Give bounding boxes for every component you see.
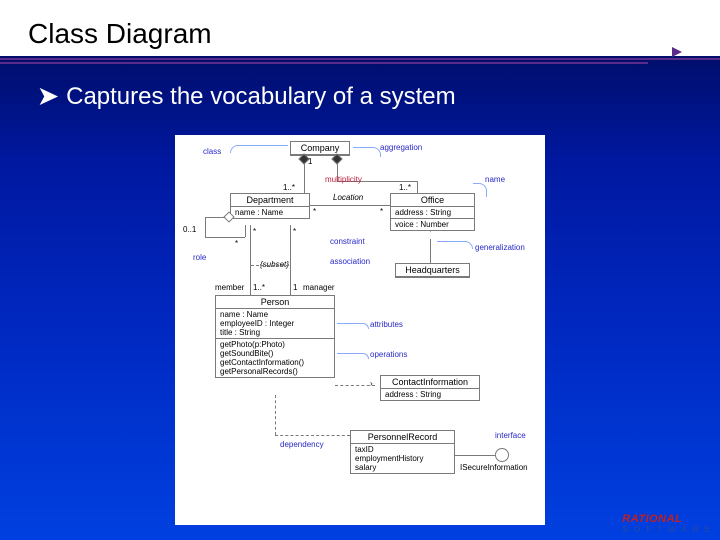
dep-arrow-icon: › <box>370 379 373 388</box>
callout-class <box>230 145 288 153</box>
dp-l1 <box>250 225 251 295</box>
person-name: Person <box>216 296 334 309</box>
label-role: role <box>193 253 206 262</box>
interface-circle-icon <box>495 448 509 462</box>
class-person: Person name : Name employeeID : Integer … <box>215 295 335 378</box>
self-l1 <box>205 217 225 218</box>
dep-line1 <box>335 385 375 386</box>
dept-name: Department <box>231 194 309 207</box>
class-department: Department name : Name <box>230 193 310 219</box>
dep-line2v <box>275 395 276 435</box>
title-bar: Class Diagram <box>0 0 720 56</box>
label-attributes: attributes <box>370 320 403 329</box>
office-attr2: voice : Number <box>391 219 474 230</box>
p-o4: getPersonalRecords() <box>220 367 330 376</box>
callout-attr <box>337 323 369 329</box>
class-company-name: Company <box>291 142 349 155</box>
hq-name: Headquarters <box>396 264 469 277</box>
record-name: PersonnelRecord <box>351 431 454 444</box>
assoc-location: Location <box>333 193 363 202</box>
divider-arrow-icon <box>672 47 682 57</box>
role-manager: manager <box>303 283 335 292</box>
dep-line2h <box>275 435 350 436</box>
mult-1b: 1 <box>293 283 297 292</box>
logo-sub: S O F T W A R E <box>622 525 712 534</box>
label-interface: interface <box>495 431 526 440</box>
bullet-item: ➤ Captures the vocabulary of a system <box>0 64 720 111</box>
label-name: name <box>485 175 505 184</box>
p-a2: employeeID : Integer <box>220 319 330 328</box>
iface-line <box>455 455 495 456</box>
mult-star-b: * <box>380 207 383 216</box>
dept-office-line <box>310 205 390 206</box>
mult-1star-a: 1..* <box>283 183 295 192</box>
contact-attr: address : String <box>381 389 479 400</box>
mult-star-d: * <box>253 227 256 236</box>
divider-1 <box>0 58 720 60</box>
assoc-line-r3 <box>417 181 418 193</box>
chevron-right-icon: ➤ <box>38 83 58 110</box>
dept-attr: name : Name <box>231 207 309 218</box>
p-o3: getContactInformation() <box>220 358 330 367</box>
self-l4 <box>245 225 246 237</box>
rational-logo: RATIONAL S O F T W A R E <box>622 513 712 534</box>
person-ops: getPhoto(p:Photo) getSoundBite() getCont… <box>216 339 334 377</box>
label-generalization: generalization <box>475 243 525 252</box>
mult-zero-one: 0..1 <box>183 225 196 234</box>
label-class: class <box>203 147 221 156</box>
class-headquarters: Headquarters <box>395 263 470 278</box>
person-attrs: name : Name employeeID : Integer title :… <box>216 309 334 339</box>
contact-name: ContactInformation <box>381 376 479 389</box>
class-office: Office address : String voice : Number <box>390 193 475 231</box>
self-l3 <box>205 237 245 238</box>
callout-name <box>473 183 487 197</box>
class-record: PersonnelRecord taxID employmentHistory … <box>350 430 455 474</box>
mult-1star-c: 1..* <box>253 283 265 292</box>
self-l2 <box>205 217 206 237</box>
divider-2 <box>0 62 648 64</box>
subset-dash <box>251 265 289 266</box>
p-a3: title : String <box>220 328 330 337</box>
mult-star-c: * <box>235 239 238 248</box>
isecure: ISecureInformation <box>460 463 528 472</box>
mult-1a: 1 <box>308 157 312 166</box>
label-constraint: constraint <box>330 237 365 246</box>
p-o2: getSoundBite() <box>220 349 330 358</box>
p-a1: name : Name <box>220 310 330 319</box>
role-member: member <box>215 283 244 292</box>
dp-l2 <box>290 225 291 295</box>
mult-star-a: * <box>313 207 316 216</box>
assoc-line <box>304 163 305 193</box>
gen-tri-fill <box>425 231 435 239</box>
label-operations: operations <box>370 350 407 359</box>
callout-aggregation <box>353 147 381 157</box>
class-company: Company <box>290 141 350 156</box>
callout-ops <box>337 353 369 359</box>
label-association: association <box>330 257 370 266</box>
office-attr1: address : String <box>391 207 474 219</box>
p-o1: getPhoto(p:Photo) <box>220 340 330 349</box>
logo-brand: RATIONAL <box>622 513 682 525</box>
bullet-text: Captures the vocabulary of a system <box>66 83 456 110</box>
uml-diagram: Company class aggregation 1 1..* 1..* mu… <box>175 135 545 525</box>
record-attr: taxID employmentHistory salary <box>351 444 454 473</box>
office-name: Office <box>391 194 474 207</box>
class-contact: ContactInformation address : String <box>380 375 480 401</box>
slide-title: Class Diagram <box>28 18 692 54</box>
mult-1star-b: 1..* <box>399 183 411 192</box>
label-aggregation: aggregation <box>380 143 422 152</box>
label-multiplicity: multiplicity <box>325 175 362 184</box>
callout-gen <box>437 241 473 249</box>
mult-star-e: * <box>293 227 296 236</box>
label-dependency: dependency <box>280 440 324 449</box>
